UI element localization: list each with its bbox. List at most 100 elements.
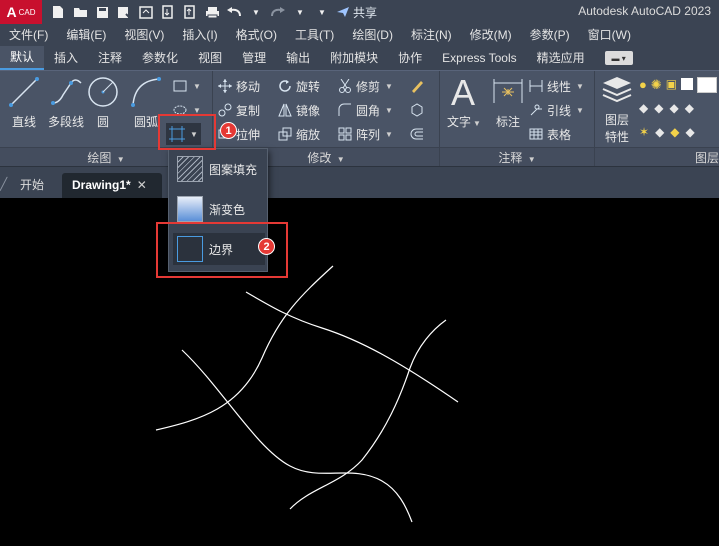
table-label: 表格 — [547, 127, 572, 142]
trim-label: 修剪 — [356, 79, 381, 94]
close-icon[interactable]: ✕ — [137, 178, 147, 192]
dropdown-icon[interactable]: ▼ — [292, 4, 308, 20]
menu-window[interactable]: 窗口(W) — [579, 24, 640, 46]
tab-addins[interactable]: 附加模块 — [320, 46, 388, 70]
new-icon[interactable] — [50, 4, 66, 20]
chevron-down-icon[interactable]: ▼ — [576, 82, 584, 91]
scale-tool[interactable]: 缩放 — [277, 123, 320, 145]
leader-tool[interactable]: 引线 ▼ — [528, 99, 584, 121]
menu-item-gradient-label: 渐变色 — [209, 202, 246, 217]
polyline-tool[interactable]: 多段线 — [44, 75, 88, 130]
tab-home[interactable]: 默认 — [0, 46, 45, 70]
tab-drawing1[interactable]: Drawing1* ✕ — [62, 173, 162, 199]
dropdown-icon[interactable]: ▼ — [248, 4, 264, 20]
tab-manage[interactable]: 管理 — [232, 46, 276, 70]
layer-tool-icon[interactable]: ◆ — [686, 125, 695, 139]
save-as-icon[interactable] — [116, 4, 132, 20]
rectangle-tool[interactable]: ▼ — [172, 75, 201, 97]
scale-label: 缩放 — [296, 127, 321, 142]
tab-start[interactable]: 开始 — [8, 173, 58, 199]
share-button[interactable]: 共享 — [336, 4, 377, 21]
chevron-down-icon[interactable]: ▼ — [576, 106, 584, 115]
color-swatch-icon[interactable] — [681, 78, 694, 90]
layer-tool-icon[interactable]: ◆ — [669, 101, 678, 115]
text-label: 文字 — [447, 115, 472, 129]
fillet-tool[interactable]: 圆角 ▼ — [337, 99, 393, 121]
import-icon[interactable] — [160, 4, 176, 20]
layer-dropdown[interactable] — [697, 77, 718, 93]
menu-edit[interactable]: 编辑(E) — [57, 24, 115, 46]
step-badge-2: 2 — [258, 238, 275, 255]
tab-express-tools[interactable]: Express Tools — [432, 46, 526, 70]
chevron-down-icon[interactable]: ▼ — [385, 130, 393, 139]
copy-tool[interactable]: 复制 — [217, 99, 260, 121]
offset-tool[interactable] — [409, 123, 425, 145]
layers-panel-title[interactable]: 图层 — [595, 147, 719, 167]
chevron-down-icon[interactable]: ▼ — [193, 82, 201, 91]
rotate-tool[interactable]: 旋转 — [277, 75, 320, 97]
layer-properties-tool[interactable]: 图层 特性 — [597, 75, 637, 145]
tab-parametric[interactable]: 参数化 — [132, 46, 188, 70]
export-icon[interactable] — [182, 4, 198, 20]
drawing-canvas[interactable] — [0, 198, 719, 546]
menu-tools[interactable]: 工具(T) — [286, 24, 343, 46]
tab-insert[interactable]: 插入 — [44, 46, 88, 70]
workspace-dropdown-icon[interactable]: ▼ — [314, 4, 330, 20]
window-title: Autodesk AutoCAD 2023 — [578, 4, 711, 18]
circle-tool[interactable]: 圆 — [86, 75, 120, 130]
open-icon[interactable] — [72, 4, 88, 20]
text-tool[interactable]: A 文字 ▼ — [444, 73, 484, 130]
tab-annotate[interactable]: 注释 — [88, 46, 132, 70]
menu-format[interactable]: 格式(O) — [227, 24, 286, 46]
text-icon: A — [451, 73, 475, 109]
layer-tool-icon[interactable]: ◆ — [670, 125, 679, 139]
layer-properties-label-2: 特性 — [604, 130, 629, 144]
sun-icon[interactable]: ✺ — [651, 77, 662, 93]
menu-dimension[interactable]: 标注(N) — [402, 24, 461, 46]
table-tool[interactable]: 表格 — [528, 123, 571, 145]
layer-tool-icon[interactable]: ◆ — [654, 101, 663, 115]
layers-panel: 图层 特性 ● ✺ ▣ ◆ ◆ ◆ ◆ ✶ ◆ ◆ ◆ 图层 — [595, 71, 719, 167]
dimension-tool[interactable]: 标注 — [488, 73, 528, 130]
line-tool[interactable]: 直线 — [4, 75, 44, 130]
layer-tool-icon[interactable]: ◆ — [655, 125, 664, 139]
line-label: 直线 — [11, 115, 36, 129]
layer-tool-icon[interactable]: ◆ — [639, 101, 648, 115]
menu-item-gradient[interactable]: 渐变色 — [173, 193, 265, 225]
redo-icon[interactable] — [270, 4, 286, 20]
print-icon[interactable] — [204, 4, 220, 20]
ribbon-minimize-toggle[interactable]: ▬ ▾ — [604, 51, 633, 65]
tab-collaborate[interactable]: 协作 — [388, 46, 432, 70]
undo-icon[interactable] — [226, 4, 242, 20]
move-tool[interactable]: 移动 — [217, 75, 260, 97]
layer-tool-icon[interactable]: ◆ — [685, 101, 694, 115]
menu-insert[interactable]: 插入(I) — [173, 24, 226, 46]
chevron-down-icon[interactable]: ▼ — [473, 119, 481, 128]
menu-parametric[interactable]: 参数(P) — [521, 24, 579, 46]
mirror-tool[interactable]: 镜像 — [277, 99, 320, 121]
layer-tool-icon[interactable]: ✶ — [639, 125, 649, 139]
menu-item-hatch[interactable]: 图案填充 — [173, 153, 265, 185]
erase-tool[interactable] — [409, 75, 425, 97]
lock-icon[interactable]: ▣ — [666, 77, 677, 93]
explode-tool[interactable] — [409, 99, 425, 121]
tab-featured-apps[interactable]: 精选应用 — [527, 46, 595, 70]
application-menu-button[interactable]: A CAD — [0, 0, 42, 24]
trim-tool[interactable]: 修剪 ▼ — [337, 75, 393, 97]
bulb-icon[interactable]: ● — [639, 77, 647, 93]
menu-draw[interactable]: 绘图(D) — [343, 24, 402, 46]
tab-view[interactable]: 视图 — [188, 46, 232, 70]
send-icon — [337, 7, 349, 17]
cloud-icon[interactable] — [138, 4, 154, 20]
chevron-down-icon[interactable]: ▼ — [385, 82, 393, 91]
chevron-down-icon[interactable]: ▼ — [385, 106, 393, 115]
chevron-down-icon: ▼ — [527, 155, 536, 164]
linear-tool[interactable]: 线性 ▼ — [528, 75, 584, 97]
menu-file[interactable]: 文件(F) — [0, 24, 57, 46]
menu-view[interactable]: 视图(V) — [115, 24, 173, 46]
tab-output[interactable]: 输出 — [276, 46, 320, 70]
menu-modify[interactable]: 修改(M) — [461, 24, 521, 46]
array-tool[interactable]: 阵列 ▼ — [337, 123, 393, 145]
save-icon[interactable] — [94, 4, 110, 20]
annotation-panel-title[interactable]: 注释 ▼ — [440, 147, 594, 167]
